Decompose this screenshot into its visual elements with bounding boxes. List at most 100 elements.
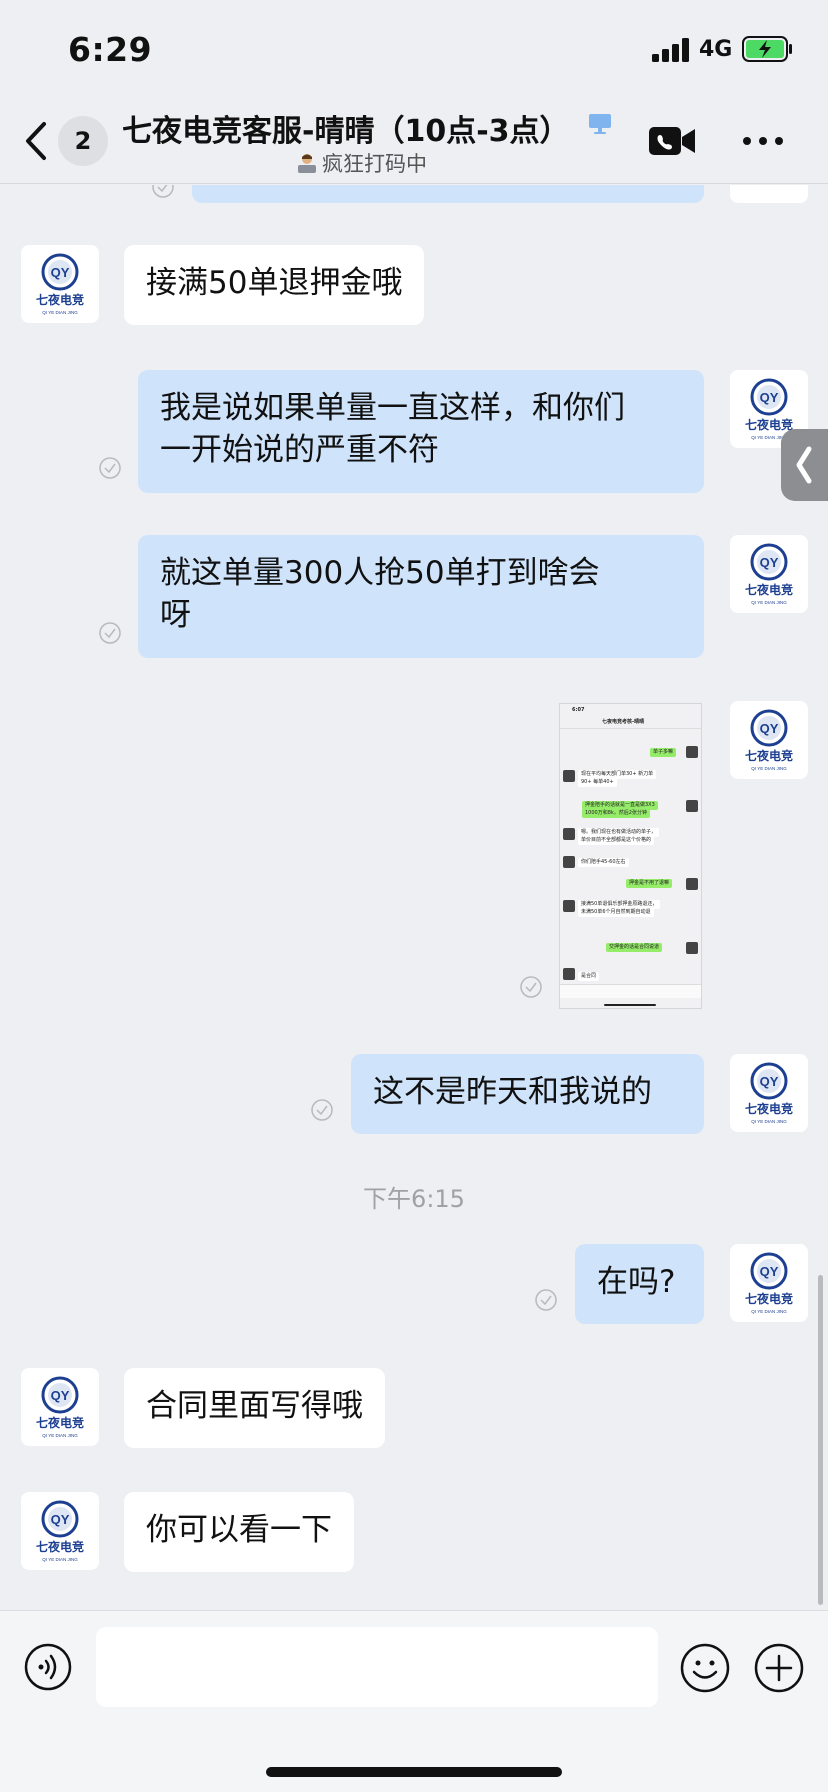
message-bubble-incoming[interactable]: 你可以看一下 — [124, 1492, 354, 1572]
thumb-msg: 是合同 — [578, 972, 600, 981]
svg-text:QY: QY — [760, 555, 779, 570]
thumb-msg: 交押金的话是合同说道 — [606, 943, 663, 952]
qy-logo-icon: QY 七夜电竞 QI YE DIAN JING — [745, 709, 793, 771]
avatar-service[interactable]: QY 七夜电竞 QI YE DIAN JING — [21, 1368, 99, 1446]
more-options-icon[interactable] — [742, 134, 784, 148]
message-text-line: 一开始说的严重不符 — [160, 432, 439, 468]
message-bubble-outgoing[interactable]: 我是说如果单量一直这样，和你们 一开始说的严重不符 — [138, 370, 704, 493]
qy-logo-icon: QY 七夜电竞 QI YE DIAN JING — [745, 1252, 793, 1314]
thumb-time: 6:07 — [572, 707, 585, 713]
message-text: 在吗? — [597, 1264, 676, 1300]
svg-text:七夜电竞: 七夜电竞 — [36, 1539, 84, 1554]
network-type: 4G — [699, 37, 733, 62]
thumb-msg: 1000万和8k，然后2张分钟 — [582, 809, 650, 818]
emoji-icon[interactable] — [680, 1643, 730, 1693]
svg-text:QI YE DIAN JING: QI YE DIAN JING — [751, 1119, 787, 1124]
message-text-line: 就这单量300人抢50单打到啥会 — [160, 555, 600, 591]
message-bubble-cropped — [192, 185, 704, 203]
read-check-icon — [311, 1099, 333, 1121]
message-text-line: 呀 — [160, 597, 191, 633]
svg-text:QI YE DIAN JING: QI YE DIAN JING — [751, 766, 787, 771]
voice-input-icon[interactable] — [24, 1643, 72, 1691]
thumb-msg: 单价目前不全部都是这个价格的 — [578, 836, 655, 845]
video-call-icon[interactable] — [648, 124, 696, 158]
chat-title[interactable]: 七夜电竞客服-晴晴（10点-3点） — [122, 106, 584, 150]
svg-text:QI YE DIAN JING: QI YE DIAN JING — [42, 1557, 78, 1562]
svg-text:QY: QY — [51, 1512, 70, 1527]
svg-text:QY: QY — [51, 1388, 70, 1403]
thumb-msg: 单子多嘛 — [650, 748, 677, 757]
avatar-self[interactable]: QY 七夜电竞 QI YE DIAN JING — [730, 1054, 808, 1132]
svg-text:QI YE DIAN JING: QI YE DIAN JING — [751, 1309, 787, 1314]
qy-logo-icon: QY 七夜电竞 QI YE DIAN JING — [36, 1500, 84, 1562]
thumb-msg: 90+ 每单40+ — [578, 778, 617, 787]
chat-messages[interactable]: QY 七夜电竞 QI YE DIAN JING 接满50单退押金哦 我是说如果单量一… — [0, 185, 828, 1610]
chat-status-text: 疯狂打码中 — [322, 152, 427, 176]
thumb-avatar — [563, 900, 575, 912]
chat-timestamp: 下午6:15 — [363, 1185, 465, 1213]
thumb-input-bar — [560, 984, 701, 998]
message-bubble-incoming[interactable]: 接满50单退押金哦 — [124, 245, 425, 325]
thumb-avatar — [686, 878, 698, 890]
message-bubble-outgoing[interactable]: 就这单量300人抢50单打到啥会 呀 — [138, 535, 704, 658]
message-bubble-incoming[interactable]: 合同里面写得哦 — [124, 1368, 385, 1448]
message-text: 接满50单退押金哦 — [146, 265, 403, 301]
thumb-avatar — [563, 770, 575, 782]
message-bubble-outgoing[interactable]: 这不是昨天和我说的 — [351, 1054, 704, 1134]
svg-text:QY: QY — [760, 1074, 779, 1089]
title-fade — [548, 106, 584, 150]
svg-text:七夜电竞: 七夜电竞 — [745, 1101, 793, 1116]
avatar-self[interactable]: QY 七夜电竞 QI YE DIAN JING — [730, 1244, 808, 1322]
thumb-avatar — [686, 800, 698, 812]
thumb-avatar — [686, 746, 698, 758]
qy-logo-icon: QY 七夜电竞 QI YE DIAN JING — [745, 543, 793, 605]
avatar-cropped — [730, 185, 808, 203]
message-image-thumbnail[interactable]: 6:07 七夜电竞考核-晴晴 单子多嘛 现在平均每天部门单30+ 新刀单 90+… — [559, 703, 702, 1009]
message-text: 合同里面写得哦 — [146, 1388, 363, 1424]
thumb-avatar — [563, 968, 575, 980]
status-time: 6:29 — [68, 30, 153, 69]
unread-count-badge[interactable]: 2 — [58, 116, 108, 166]
svg-text:QI YE DIAN JING: QI YE DIAN JING — [751, 600, 787, 605]
thumb-msg: 你们陪手45-60左右 — [578, 858, 629, 867]
avatar-service[interactable]: QY 七夜电竞 QI YE DIAN JING — [21, 245, 99, 323]
read-check-icon — [99, 457, 121, 479]
chevron-left-icon — [796, 446, 812, 484]
thumb-home-indicator — [604, 1004, 656, 1006]
thumb-msg: 押金是不用了退嘛 — [626, 879, 673, 888]
thumb-title: 七夜电竞考核-晴晴 — [602, 719, 645, 725]
thumb-avatar — [563, 828, 575, 840]
message-input[interactable] — [96, 1627, 658, 1707]
svg-text:QI YE DIAN JING: QI YE DIAN JING — [42, 1433, 78, 1438]
qy-logo-icon: QY 七夜电竞 QI YE DIAN JING — [745, 1062, 793, 1124]
svg-text:QI YE DIAN JING: QI YE DIAN JING — [42, 310, 78, 315]
scrollbar[interactable] — [818, 1275, 823, 1605]
qy-logo-icon: QY 七夜电竞 QI YE DIAN JING — [36, 1376, 84, 1438]
thumb-avatar — [563, 856, 575, 868]
avatar-service[interactable]: QY 七夜电竞 QI YE DIAN JING — [21, 1492, 99, 1570]
svg-text:QY: QY — [760, 390, 779, 405]
svg-text:七夜电竞: 七夜电竞 — [745, 748, 793, 763]
side-drawer-handle[interactable] — [781, 429, 828, 501]
home-indicator — [266, 1767, 562, 1777]
chat-status: 疯狂打码中 — [296, 148, 427, 178]
read-check-icon — [520, 976, 542, 998]
avatar-self[interactable]: QY 七夜电竞 QI YE DIAN JING — [730, 701, 808, 779]
svg-text:QY: QY — [51, 265, 70, 280]
message-text-line: 我是说如果单量一直这样，和你们 — [160, 390, 625, 426]
read-check-icon — [535, 1289, 557, 1311]
qy-logo-icon: QY 七夜电竞 QI YE DIAN JING — [36, 253, 84, 315]
svg-text:七夜电竞: 七夜电竞 — [36, 292, 84, 307]
svg-text:QY: QY — [760, 1264, 779, 1279]
read-check-icon — [152, 185, 174, 198]
back-chevron-icon[interactable] — [22, 118, 52, 164]
message-bubble-outgoing[interactable]: 在吗? — [575, 1244, 704, 1324]
plus-icon[interactable] — [754, 1643, 804, 1693]
svg-text:QY: QY — [760, 721, 779, 736]
signal-icon — [652, 38, 689, 62]
message-text: 这不是昨天和我说的 — [373, 1074, 652, 1110]
svg-text:七夜电竞: 七夜电竞 — [745, 582, 793, 597]
avatar-self[interactable]: QY 七夜电竞 QI YE DIAN JING — [730, 535, 808, 613]
battery-charging-icon — [742, 36, 792, 62]
message-text: 你可以看一下 — [146, 1512, 332, 1548]
